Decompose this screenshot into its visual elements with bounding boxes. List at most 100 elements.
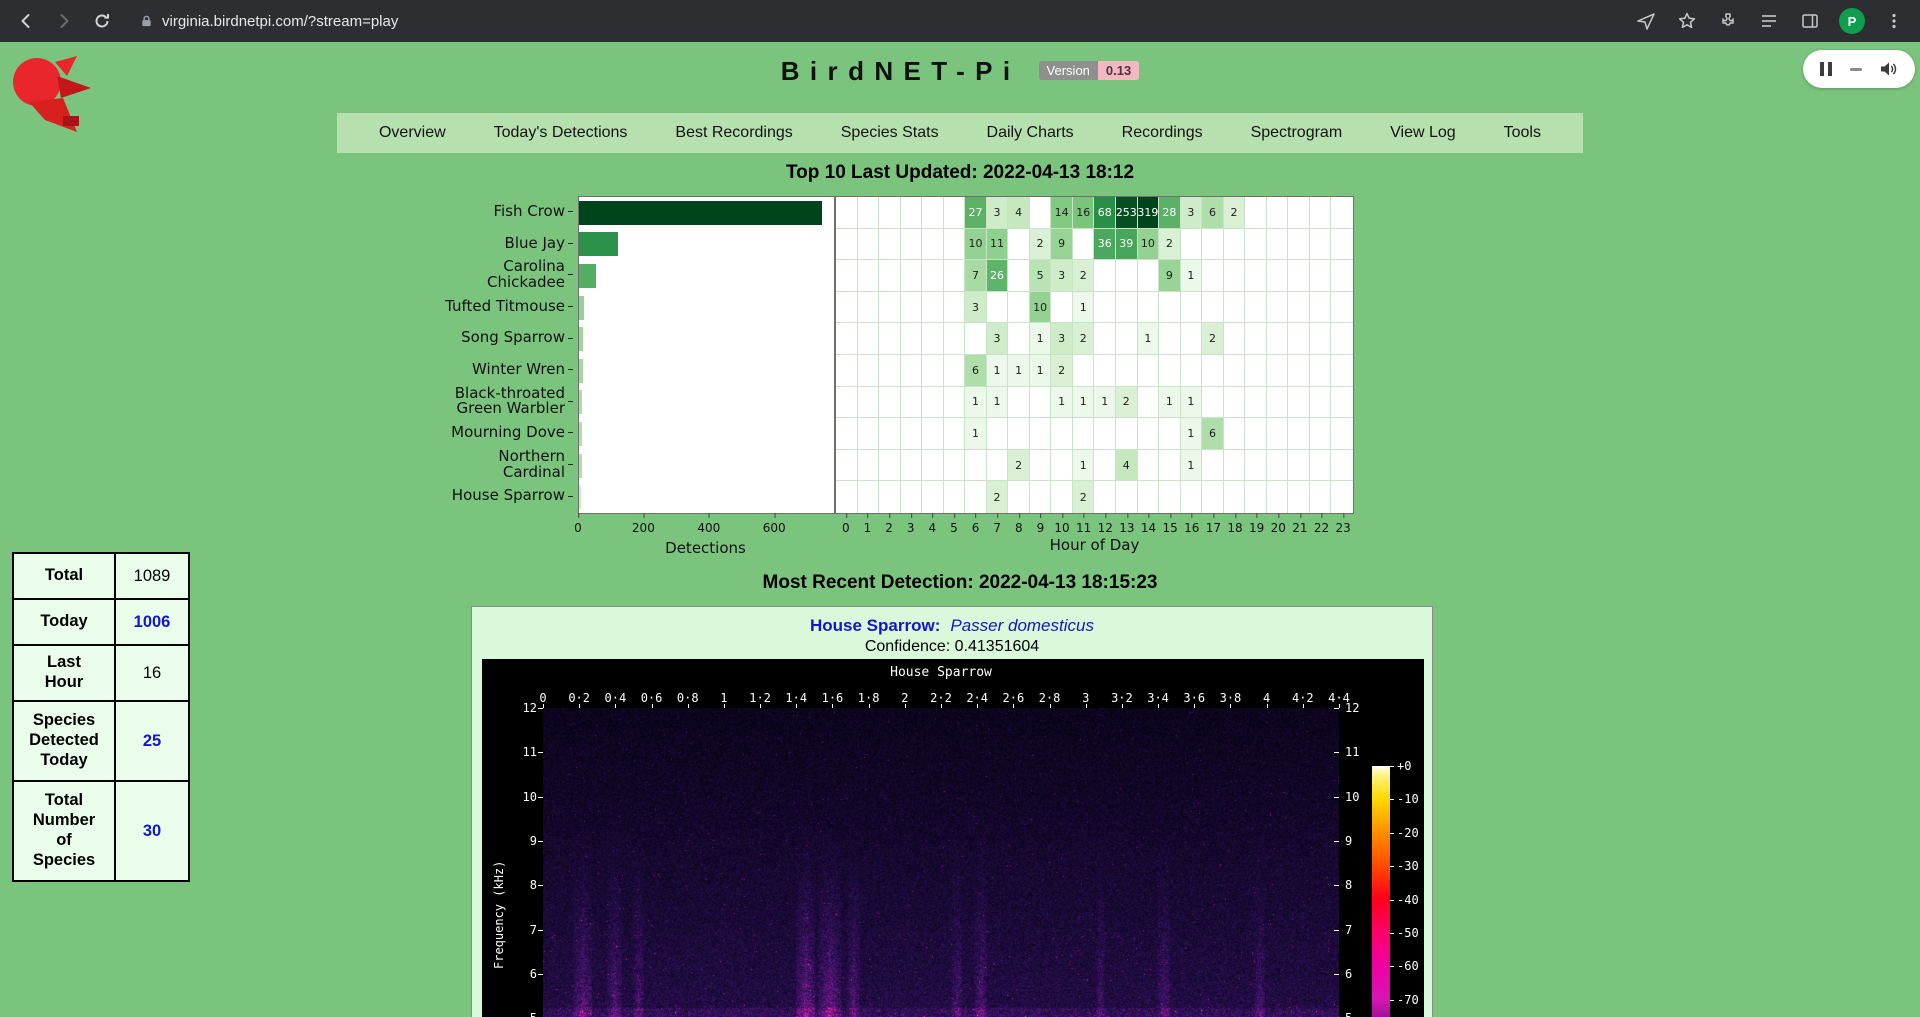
heatmap-cell (1159, 418, 1181, 450)
freq-tick-label: 6 (1345, 967, 1352, 981)
heatmap-cell (1331, 197, 1353, 229)
stat-value-link[interactable]: 1006 (134, 613, 171, 631)
heatmap-cell: 7 (965, 260, 987, 292)
stat-label: Total Number of Species (13, 781, 115, 881)
freq-tick (1334, 885, 1339, 886)
heatmap-cell (1094, 292, 1116, 324)
heatmap-cell: 2 (1073, 481, 1095, 513)
heatmap-cell (1008, 260, 1030, 292)
bar-row (579, 387, 834, 419)
heatmap-cell (1267, 323, 1289, 355)
heatmap-cell: 11 (987, 229, 1009, 261)
heatmap-cell: 1 (987, 387, 1009, 419)
heatmap-cell (858, 229, 880, 261)
heatmap-cell (836, 450, 858, 482)
colorbar-tick-label: -40 (1397, 893, 1419, 907)
colorbar-tick-label: -20 (1397, 826, 1419, 840)
heatmap-cell (1310, 197, 1332, 229)
pause-button[interactable] (1820, 62, 1832, 76)
heatmap-cell (1008, 292, 1030, 324)
nav-item-overview[interactable]: Overview (373, 124, 452, 142)
stat-value-link[interactable]: 25 (143, 732, 161, 750)
heatmap-cell (1331, 229, 1353, 261)
seek-bar[interactable] (1850, 68, 1862, 71)
heatmap-cell (1094, 481, 1116, 513)
audio-player (1803, 50, 1915, 88)
time-tick-label: 3·8 (1220, 691, 1242, 705)
heatmap-cell (1159, 323, 1181, 355)
heatmap-cell (1331, 418, 1353, 450)
menu-kebab-icon[interactable] (1882, 9, 1906, 33)
heatmap-cell (1310, 387, 1332, 419)
heatmap-cell (879, 292, 901, 324)
nav-item-spectrogram[interactable]: Spectrogram (1245, 124, 1349, 142)
version-value: 0.13 (1098, 61, 1139, 80)
heatmap-cell (879, 481, 901, 513)
heatmap-cell (836, 355, 858, 387)
heatmap-cell (879, 387, 901, 419)
species-common-name: House Sparrow: (810, 616, 940, 635)
heatmap-cell (1116, 418, 1138, 450)
volume-button[interactable] (1879, 60, 1898, 78)
nav-item-species-stats[interactable]: Species Stats (835, 124, 945, 142)
freq-tick (538, 752, 543, 753)
time-tick-label: 0·2 (568, 691, 590, 705)
profile-avatar[interactable]: P (1839, 8, 1865, 34)
colorbar-tick (1390, 900, 1394, 901)
detections-bar (579, 232, 618, 256)
address-bar[interactable]: virginia.birdnetpi.com/?stream=play (128, 6, 1614, 36)
heatmap-cell (944, 450, 966, 482)
species-label: Winter Wren (472, 362, 565, 378)
time-tick-label: 0·6 (641, 691, 663, 705)
heatmap-cell (1138, 481, 1160, 513)
heatmap-cell: 39 (1116, 229, 1138, 261)
species-label: Fish Crow (493, 204, 565, 220)
heatmap-cell (836, 292, 858, 324)
heatmap-cell (944, 355, 966, 387)
heatmap-cell (858, 260, 880, 292)
species-label-row: Carolina Chickadee (420, 259, 573, 291)
heatmap-cell (1181, 355, 1203, 387)
forward-icon[interactable] (52, 9, 76, 33)
colorbar-tick-label: -30 (1397, 859, 1419, 873)
side-panel-icon[interactable] (1798, 9, 1822, 33)
time-tick-label: 1·4 (785, 691, 807, 705)
back-icon[interactable] (14, 9, 38, 33)
heatmap-cell (1288, 450, 1310, 482)
time-tick-label: 0 (539, 691, 546, 705)
nav-item-recordings[interactable]: Recordings (1116, 124, 1209, 142)
freq-tick-label: 8 (1345, 878, 1352, 892)
send-icon[interactable] (1634, 9, 1658, 33)
extensions-icon[interactable] (1716, 9, 1740, 33)
bar-row (579, 481, 834, 513)
heatmap-cell (879, 197, 901, 229)
heatmap-cell (922, 450, 944, 482)
bar-row (579, 355, 834, 387)
bookmark-star-icon[interactable] (1675, 9, 1699, 33)
stat-value: 16 (115, 645, 189, 701)
nav-item-view-log[interactable]: View Log (1384, 124, 1462, 142)
heatmap-cell: 27 (965, 197, 987, 229)
heatmap-cell (901, 387, 923, 419)
heatmap-cell: 1 (965, 387, 987, 419)
freq-tick (1334, 752, 1339, 753)
heatmap-cell: 9 (1051, 229, 1073, 261)
heatmap-cell (1181, 292, 1203, 324)
heatmap-cell (901, 355, 923, 387)
heatmap-cell (1288, 323, 1310, 355)
heatmap-cell (901, 323, 923, 355)
nav-item-daily-charts[interactable]: Daily Charts (981, 124, 1080, 142)
species-label-row: House Sparrow (420, 480, 573, 512)
nav-item-todays-detections[interactable]: Today's Detections (488, 124, 634, 142)
reload-icon[interactable] (90, 9, 114, 33)
detection-species-line: House Sparrow:Passer domesticus (472, 616, 1432, 636)
heatmap-cell: 2 (987, 481, 1009, 513)
heatmap-cell (836, 323, 858, 355)
nav-item-best-recordings[interactable]: Best Recordings (669, 124, 798, 142)
reading-list-icon[interactable] (1757, 9, 1781, 33)
nav-item-tools[interactable]: Tools (1498, 124, 1547, 142)
stat-value-link[interactable]: 30 (143, 822, 161, 840)
heatmap-cell (1310, 229, 1332, 261)
freq-tick (538, 974, 543, 975)
freq-tick-label: 12 (1345, 701, 1359, 715)
